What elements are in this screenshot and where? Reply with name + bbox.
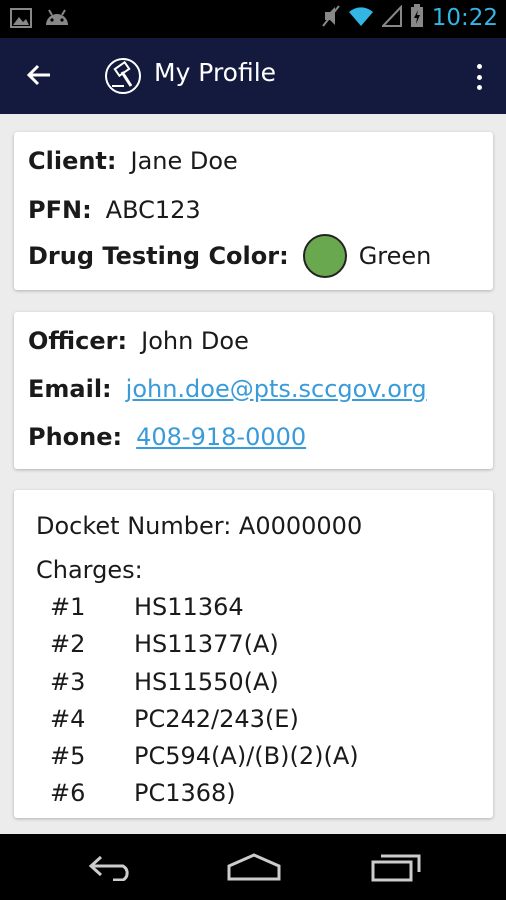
- email-row: Email: john.doe@pts.sccgov.org: [28, 375, 427, 403]
- wifi-icon: [348, 5, 374, 31]
- back-arrow-icon: [26, 63, 52, 91]
- phone-link[interactable]: 408-918-0000: [136, 423, 306, 451]
- status-time: 10:22: [431, 5, 498, 31]
- docket-card: Docket Number: A0000000 Charges: #1 HS11…: [14, 490, 493, 818]
- app-bar: My Profile: [0, 38, 506, 114]
- drug-color-value: Green: [358, 242, 432, 270]
- charge-code: HS11364: [134, 593, 244, 621]
- charge-code: HS11550(A): [134, 668, 279, 696]
- docket-number: Docket Number: A0000000: [36, 512, 363, 540]
- nav-back-icon[interactable]: [82, 850, 142, 884]
- image-icon: [10, 7, 32, 33]
- charge-row: #6 PC1368): [50, 779, 236, 807]
- officer-row: Officer: John Doe: [28, 327, 249, 355]
- phone-row: Phone: 408-918-0000: [28, 423, 306, 451]
- phone-label: Phone:: [28, 423, 123, 451]
- client-label: Client:: [28, 147, 117, 175]
- charges-title: Charges:: [36, 556, 143, 584]
- drug-color-row: Drug Testing Color: Green: [28, 234, 431, 278]
- charge-row: #2 HS11377(A): [50, 630, 279, 658]
- charge-code: PC242/243(E): [134, 705, 299, 733]
- client-row: Client: Jane Doe: [28, 147, 238, 175]
- android-icon: [44, 7, 70, 33]
- nav-recents-icon[interactable]: [366, 850, 426, 884]
- charge-code: HS11377(A): [134, 630, 279, 658]
- email-link[interactable]: john.doe@pts.sccgov.org: [126, 375, 427, 403]
- drug-color-swatch: [302, 234, 347, 278]
- client-info-card: Client: Jane Doe PFN: ABC123 Drug Testin…: [14, 132, 493, 290]
- email-label: Email:: [28, 375, 112, 403]
- charge-number: #1: [50, 593, 86, 621]
- charge-number: #2: [50, 630, 86, 658]
- charge-number: #5: [50, 742, 86, 770]
- charge-row: #3 HS11550(A): [50, 668, 279, 696]
- page-title: My Profile: [154, 58, 277, 87]
- charge-row: #5 PC594(A)/(B)(2)(A): [50, 742, 359, 770]
- pfn-row: PFN: ABC123: [28, 196, 201, 224]
- drug-color-label: Drug Testing Color:: [28, 242, 289, 270]
- charge-number: #6: [50, 779, 86, 807]
- status-bar: 10:22: [0, 0, 506, 38]
- charge-code: PC1368): [134, 779, 236, 807]
- back-button[interactable]: [22, 60, 56, 94]
- pfn-value: ABC123: [105, 196, 201, 224]
- battery-icon: [410, 4, 424, 32]
- client-value: Jane Doe: [130, 147, 238, 175]
- officer-info-card: Officer: John Doe Email: john.doe@pts.sc…: [14, 312, 493, 469]
- system-nav-bar: [0, 834, 506, 900]
- charge-row: #4 PC242/243(E): [50, 705, 299, 733]
- officer-value: John Doe: [141, 327, 249, 355]
- charge-code: PC594(A)/(B)(2)(A): [134, 742, 359, 770]
- pfn-label: PFN:: [28, 196, 92, 224]
- officer-label: Officer:: [28, 327, 128, 355]
- charge-number: #4: [50, 705, 86, 733]
- app-logo-icon[interactable]: [104, 57, 142, 95]
- charge-number: #3: [50, 668, 86, 696]
- overflow-menu-icon[interactable]: [472, 60, 486, 94]
- signal-icon: [380, 4, 402, 31]
- charge-row: #1 HS11364: [50, 593, 244, 621]
- nav-home-icon[interactable]: [224, 850, 284, 884]
- mute-icon: [321, 4, 340, 32]
